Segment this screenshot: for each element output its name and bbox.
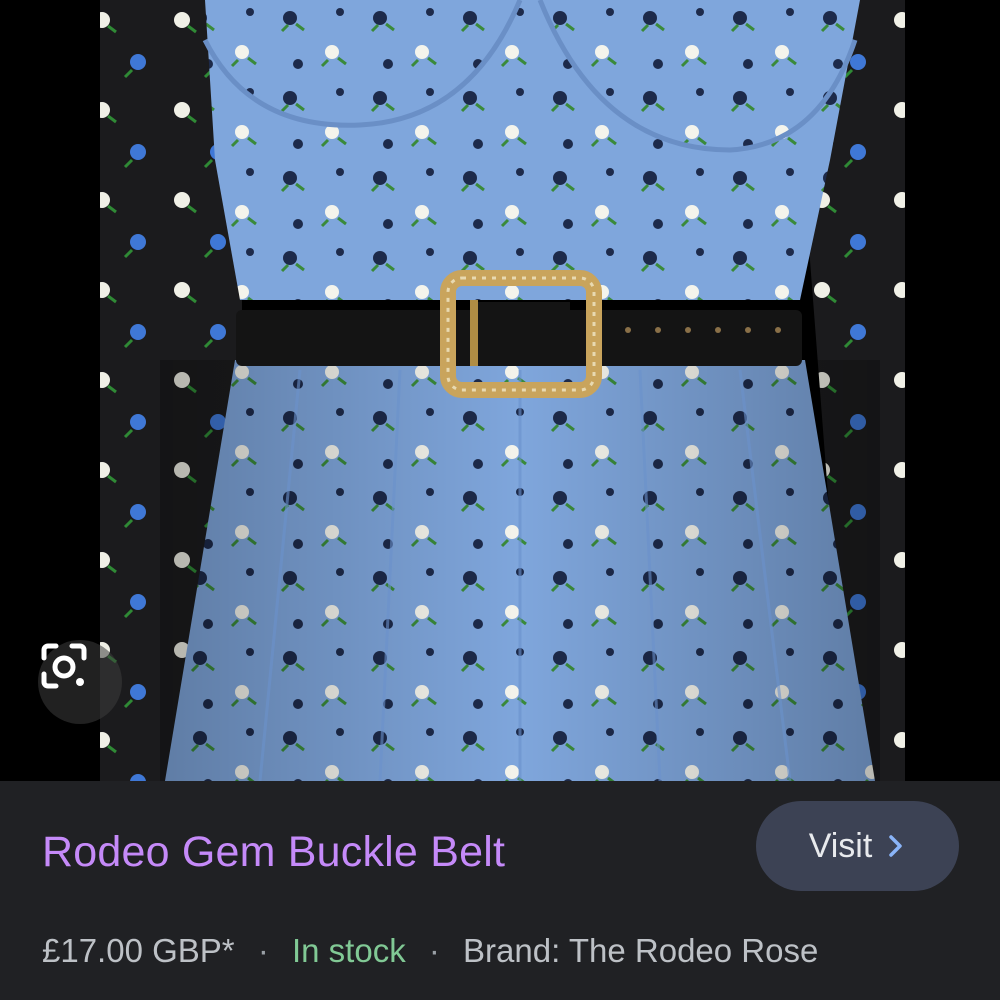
google-lens-button[interactable] bbox=[38, 640, 122, 724]
stock-status: In stock bbox=[291, 932, 406, 969]
visit-label: Visit bbox=[808, 826, 873, 865]
product-meta: £17.00 GBP* · In stock · Brand: The Rode… bbox=[42, 932, 818, 970]
product-title[interactable]: Rodeo Gem Buckle Belt bbox=[42, 828, 505, 877]
separator: · bbox=[428, 932, 440, 969]
separator: · bbox=[257, 932, 269, 969]
product-photo bbox=[0, 0, 1000, 781]
price: £17.00 GBP* bbox=[42, 932, 235, 969]
product-image[interactable] bbox=[0, 0, 1000, 781]
brand: Brand: The Rodeo Rose bbox=[463, 932, 819, 969]
google-lens-icon bbox=[41, 643, 87, 689]
visit-button[interactable]: Visit bbox=[756, 801, 959, 891]
chevron-right-icon bbox=[889, 835, 903, 857]
